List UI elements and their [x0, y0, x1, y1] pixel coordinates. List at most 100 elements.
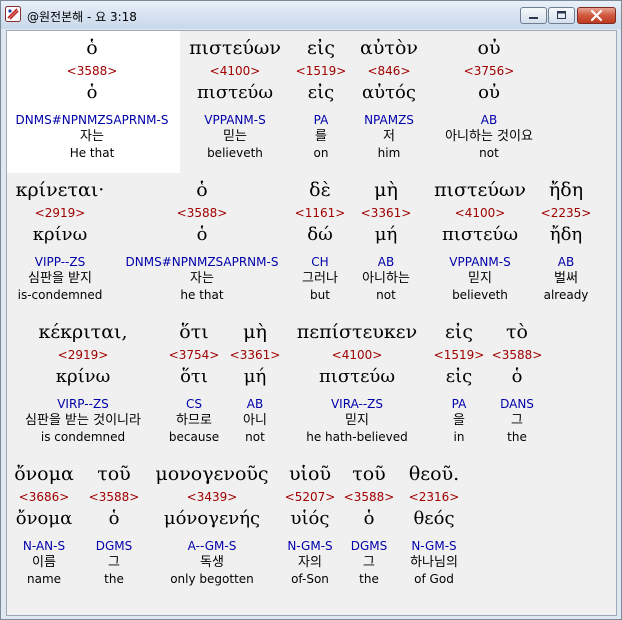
word-column[interactable]: πιστεύων <4100> πιστεύω VPPANM-S 믿지 beli… — [425, 175, 535, 315]
greek-word: πιστεύων — [189, 37, 281, 59]
strong-number: <3588> — [491, 348, 543, 362]
english-gloss: only begotten — [170, 572, 254, 586]
lemma: ὁ — [363, 508, 375, 529]
english-gloss: the — [507, 430, 527, 444]
word-column[interactable]: μονογενοῦς <3439> μόνογενής A--GM-S 독생 o… — [147, 459, 277, 599]
maximize-icon — [557, 11, 566, 19]
maximize-button[interactable] — [548, 7, 575, 24]
english-gloss: because — [168, 430, 220, 444]
morphology-code: VIPP--ZS — [34, 255, 86, 269]
lemma: υἱός — [290, 508, 330, 529]
english-gloss: in — [453, 430, 465, 444]
korean-gloss: 벌써 — [554, 271, 578, 286]
strong-number: <3754> — [168, 348, 220, 362]
word-column[interactable]: υἱοῦ <5207> υἱός N-GM-S 자의 of-Son — [279, 459, 341, 599]
greek-word: εἰς — [307, 37, 335, 59]
word-column[interactable]: δὲ <1161> δώ CH 그러나 but — [291, 175, 349, 315]
strong-number: <3361> — [229, 348, 281, 362]
verse-line: ὁ <3588> ὁ DNMS#NPNMZSAPRNM-S 자는 He that… — [7, 31, 616, 173]
korean-gloss: 를 — [315, 129, 327, 144]
morphology-code: AB — [246, 397, 264, 411]
word-column[interactable]: μὴ <3361> μή AB 아니 not — [229, 317, 281, 457]
greek-word: πιστεύων — [434, 179, 526, 201]
lemma: οὐ — [478, 82, 500, 103]
word-column[interactable]: εἰς <1519> εἰς PA 을 in — [431, 317, 487, 457]
korean-gloss: 저 — [383, 129, 395, 144]
strong-number: <1519> — [433, 348, 485, 362]
strong-number: <4100> — [454, 206, 506, 220]
word-column[interactable]: μὴ <3361> μή AB 아니하는 not — [351, 175, 421, 315]
korean-gloss: 자는 — [190, 271, 214, 286]
word-column[interactable]: ὅτι <3754> ὅτι CS 하므로 because — [163, 317, 225, 457]
word-column[interactable]: ἤδη <2235> ἤδη AB 벌써 already — [537, 175, 595, 315]
lemma: πιστεύω — [196, 82, 274, 103]
greek-word: πεπίστευκεν — [296, 321, 418, 343]
strong-number: <3588> — [343, 490, 395, 504]
english-gloss: not — [376, 288, 396, 302]
word-column[interactable]: ὁ <3588> ὁ DNMS#NPNMZSAPRNM-S 자는 He that — [7, 33, 177, 173]
english-gloss: of God — [414, 572, 454, 586]
word-column[interactable]: θεοῦ. <2316> θεός N-GM-S 하나님의 of God — [399, 459, 469, 599]
english-gloss: him — [377, 146, 401, 160]
greek-word: κέκριται, — [38, 321, 128, 343]
greek-word: μὴ — [243, 321, 267, 343]
korean-gloss: 그 — [363, 555, 375, 570]
word-column[interactable]: τοῦ <3588> ὁ DGMS 그 the — [343, 459, 395, 599]
word-column[interactable]: κέκριται, <2919> κρίνω VIRP--ZS 심판을 받는 것… — [7, 317, 159, 457]
close-button[interactable] — [577, 7, 616, 24]
word-column[interactable]: τὸ <3588> ὁ DANS 그 the — [489, 317, 545, 457]
korean-gloss: 그 — [511, 413, 523, 428]
korean-gloss: 을 — [453, 413, 465, 428]
lemma: μόνογενής — [163, 508, 261, 529]
korean-gloss: 믿지 — [345, 413, 369, 428]
korean-gloss: 독생 — [200, 555, 224, 570]
lemma: ὁ — [86, 82, 98, 103]
word-column[interactable]: ὄνομα <3686> ὄνομα N-AN-S 이름 name — [7, 459, 81, 599]
lemma: ἤδη — [549, 224, 583, 245]
word-column[interactable]: πιστεύων <4100> πιστεύω VPPANM-S 믿는 beli… — [183, 33, 287, 173]
morphology-code: VPPANM-S — [449, 255, 511, 269]
morphology-code: DNMS#NPNMZSAPRNM-S — [125, 255, 279, 269]
word-column[interactable]: ὁ <3588> ὁ DNMS#NPNMZSAPRNM-S 자는 he that — [119, 175, 285, 315]
lemma: ὅτι — [180, 366, 208, 387]
english-gloss: but — [310, 288, 330, 302]
morphology-code: AB — [557, 255, 575, 269]
greek-word: κρίνεται· — [15, 179, 105, 201]
korean-gloss: 그러나 — [302, 271, 338, 286]
greek-word: μὴ — [374, 179, 398, 201]
korean-gloss: 그 — [108, 555, 120, 570]
english-gloss: of-Son — [291, 572, 329, 586]
greek-word: μονογενοῦς — [155, 463, 269, 485]
word-column[interactable]: πεπίστευκεν <4100> πιστεύω VIRA--ZS 믿지 h… — [285, 317, 429, 457]
lemma: αὐτός — [362, 82, 416, 103]
minimize-icon — [529, 17, 538, 19]
word-column[interactable]: εἰς <1519> εἰς PA 를 on — [291, 33, 351, 173]
title-bar[interactable]: @원전본해 - 요 3:18 — [1, 1, 621, 29]
morphology-code: PA — [313, 113, 329, 127]
minimize-button[interactable] — [520, 7, 547, 24]
word-column[interactable]: οὐ <3756> οὐ AB 아니하는 것이요 not — [427, 33, 551, 173]
strong-number: <3686> — [18, 490, 70, 504]
word-column[interactable]: αὐτὸν <846> αὐτός NPAMZS 저 him — [355, 33, 423, 173]
greek-word: θεοῦ. — [408, 463, 460, 485]
word-column[interactable]: τοῦ <3588> ὁ DGMS 그 the — [85, 459, 143, 599]
english-gloss: not — [245, 430, 265, 444]
morphology-code: A--GM-S — [187, 539, 237, 553]
lemma: κρίνω — [32, 224, 88, 245]
lemma: πιστεύω — [441, 224, 519, 245]
strong-number: <2235> — [540, 206, 592, 220]
morphology-code: AB — [377, 255, 395, 269]
greek-word: ἤδη — [548, 179, 584, 201]
morphology-code: CS — [186, 397, 202, 411]
korean-gloss: 심판을 받는 것이니라 — [25, 413, 141, 428]
window-title: @원전본해 - 요 3:18 — [27, 10, 137, 24]
korean-gloss: 아니하는 — [362, 271, 410, 286]
word-column[interactable]: κρίνεται· <2919> κρίνω VIPP--ZS 심판을 받지 i… — [7, 175, 113, 315]
greek-word: ὁ — [86, 37, 98, 59]
app-window: @원전본해 - 요 3:18 ὁ <3588> ὁ DNMS#NPNMZSAPR… — [0, 0, 622, 620]
korean-gloss: 하나님의 — [410, 555, 458, 570]
interlinear-panel[interactable]: ὁ <3588> ὁ DNMS#NPNMZSAPRNM-S 자는 He that… — [6, 30, 617, 616]
app-logo-icon — [5, 6, 21, 22]
strong-number: <4100> — [331, 348, 383, 362]
korean-gloss: 자의 — [298, 555, 322, 570]
